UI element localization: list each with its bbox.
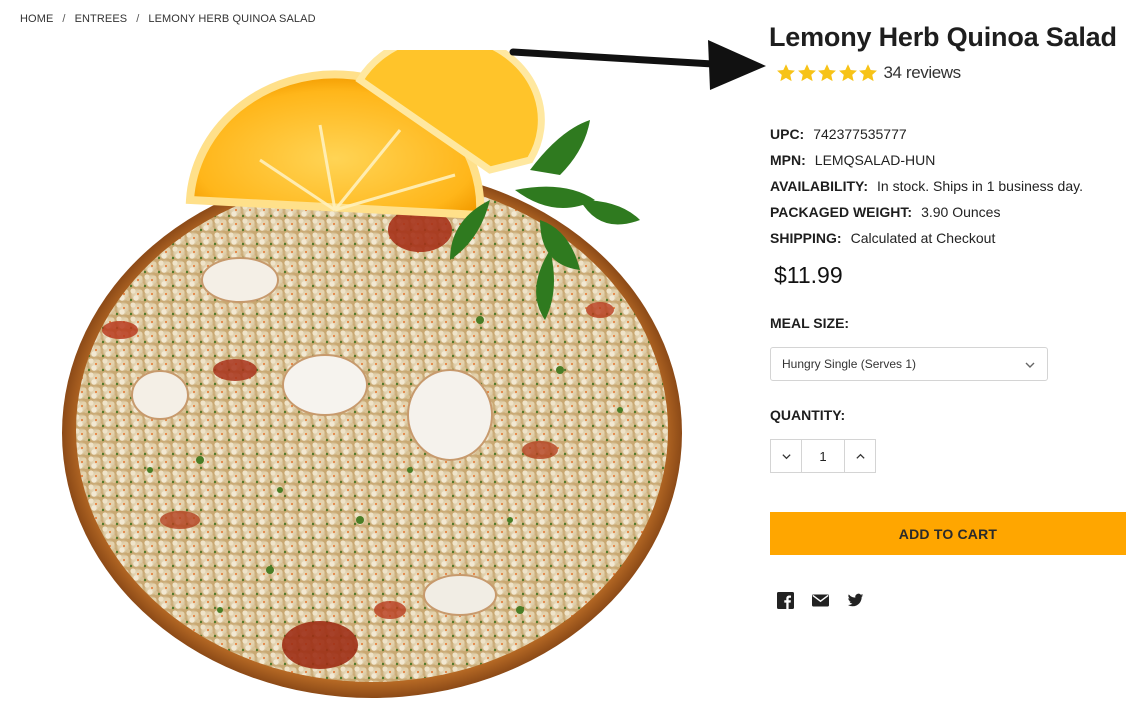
product-specs: UPC: 742377535777 MPN: LEMQSALAD-HUN AVAIL…	[770, 124, 1083, 254]
twitter-icon[interactable]	[847, 592, 864, 609]
spec-value: 3.90 Ounces	[921, 204, 1001, 220]
spec-label: MPN:	[770, 152, 806, 168]
spec-label: UPC:	[770, 126, 805, 142]
quantity-stepper	[770, 439, 876, 473]
quantity-increase-button[interactable]	[844, 440, 875, 472]
spec-value: In stock. Ships in 1 business day.	[877, 178, 1083, 194]
product-image	[62, 50, 682, 698]
spec-mpn: MPN: LEMQSALAD-HUN	[770, 150, 1083, 176]
meal-size-label: MEAL SIZE:	[770, 315, 850, 331]
meal-size-select[interactable]: Hungry Single (Serves 1)	[770, 347, 1048, 381]
product-title: Lemony Herb Quinoa Salad	[769, 22, 1117, 52]
spec-shipping: SHIPPING: Calculated at Checkout	[770, 228, 1083, 254]
breadcrumb-separator: /	[62, 13, 66, 25]
breadcrumb-home[interactable]: HOME	[20, 13, 53, 25]
spec-label: SHIPPING:	[770, 230, 842, 246]
share-links	[777, 592, 882, 609]
star-icon	[859, 64, 877, 82]
star-icon	[797, 64, 816, 82]
quantity-label: QUANTITY:	[770, 407, 846, 423]
spec-value: LEMQSALAD-HUN	[814, 152, 936, 168]
quantity-decrease-button[interactable]	[771, 440, 802, 472]
star-rating	[776, 63, 879, 83]
reviews-link[interactable]: 34 reviews	[884, 63, 962, 83]
spec-value: Calculated at Checkout	[850, 230, 996, 246]
chevron-up-icon	[855, 453, 865, 459]
spec-availability: AVAILABILITY: In stock. Ships in 1 busine…	[770, 176, 1083, 202]
spec-value: 742377535777	[813, 126, 907, 142]
star-icon	[818, 64, 836, 82]
breadcrumb: HOME / ENTREES / LEMONY HERB QUINOA SALA…	[20, 13, 316, 25]
email-icon[interactable]	[812, 592, 829, 609]
facebook-icon[interactable]	[777, 592, 794, 609]
breadcrumb-separator: /	[136, 13, 140, 25]
chevron-down-icon	[781, 453, 791, 459]
annotation-arrow-icon	[509, 40, 766, 90]
star-icon	[838, 64, 857, 82]
spec-upc: UPC: 742377535777	[770, 124, 1083, 150]
product-price: $11.99	[774, 262, 843, 288]
breadcrumb-entrees[interactable]: ENTREES	[75, 13, 128, 25]
chevron-down-icon	[1025, 362, 1035, 368]
star-icon	[777, 64, 795, 82]
meal-size-selected: Hungry Single (Serves 1)	[782, 357, 917, 371]
product-rating: 34 reviews	[776, 60, 961, 86]
breadcrumb-current: LEMONY HERB QUINOA SALAD	[148, 13, 316, 25]
spec-label: PACKAGED WEIGHT:	[770, 204, 913, 220]
spec-label: AVAILABILITY:	[770, 178, 868, 194]
add-to-cart-button[interactable]: ADD TO CART	[770, 512, 1126, 555]
spec-packaged-weight: PACKAGED WEIGHT: 3.90 Ounces	[770, 202, 1083, 228]
quantity-input[interactable]	[802, 440, 844, 472]
